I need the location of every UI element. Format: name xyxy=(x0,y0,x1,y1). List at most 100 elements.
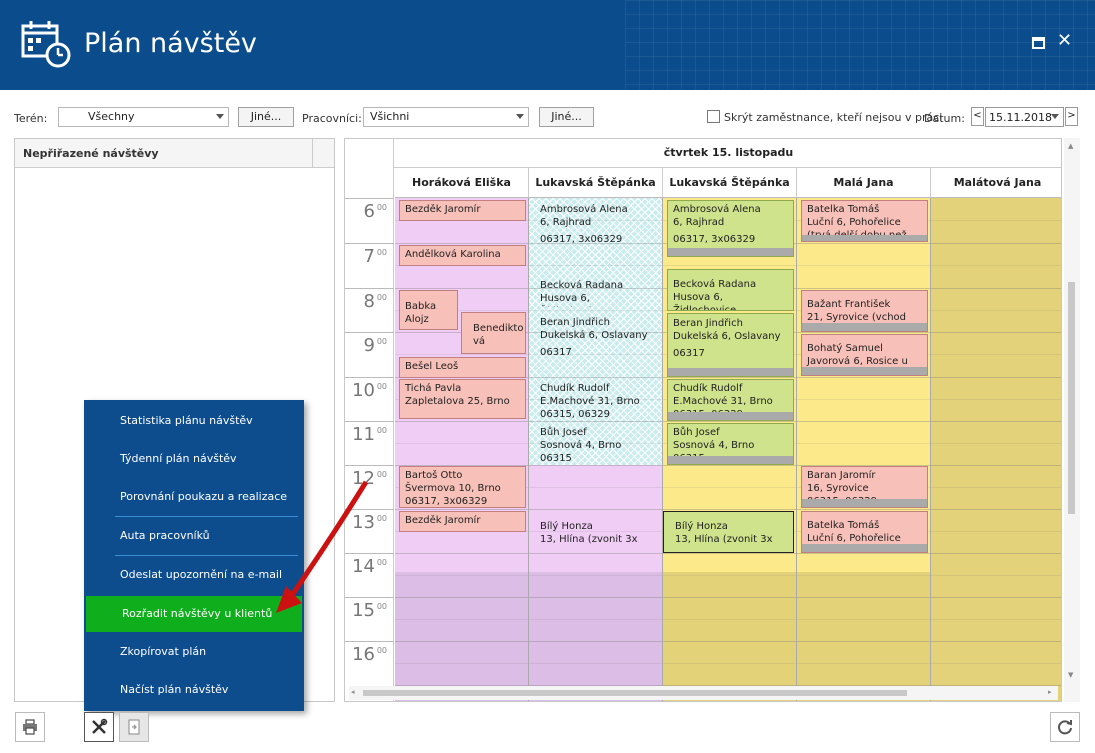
tools-menu: Statistika plánu návštěv Týdenní plán ná… xyxy=(84,400,304,711)
visit-client: Chudík Rudolf xyxy=(540,383,610,394)
visit-block[interactable]: Beran Jindřich Dukelská 6, Oslavany 06317 xyxy=(667,313,794,377)
visit-client: Bílý Honza xyxy=(540,521,593,532)
scroll-left-icon[interactable]: ◂ xyxy=(351,688,355,696)
visit-block[interactable]: Andělková Karolina xyxy=(399,245,526,266)
pracovnici-dropdown[interactable]: Všichni xyxy=(363,107,529,127)
visit-status-bar xyxy=(668,456,793,464)
visit-block[interactable]: Bůh JosefSosnová 4, Brno06315 xyxy=(667,423,794,465)
menu-item-odeslat-upozorneni[interactable]: Odeslat upozornění na e-mail xyxy=(84,557,304,593)
column-bg-horakova-evening xyxy=(395,572,528,701)
refresh-button[interactable] xyxy=(1050,712,1080,742)
scroll-down-icon[interactable]: ▼ xyxy=(1068,671,1073,679)
visit-block[interactable]: Bezděk Jaromír xyxy=(399,200,526,221)
visit-block[interactable]: Bažant František 21, Syrovice (vchod xyxy=(801,290,928,332)
visit-client: vá xyxy=(473,336,486,347)
visit-block[interactable]: Becková Radana Husova 6, Židlochovice xyxy=(667,269,794,311)
column-header[interactable]: Horáková Eliška xyxy=(395,168,529,198)
tools-button[interactable] xyxy=(84,712,114,742)
visit-client: Batelka Tomáš xyxy=(807,204,880,215)
schedule-grid[interactable]: 6 00 7 00 8 00 9 00 10 00 11 00 12 00 13 00 14 00… xyxy=(344,138,1062,702)
scroll-right-icon[interactable]: ▸ xyxy=(1048,688,1052,696)
visit-block[interactable]: Chudík RudolfE.Machové 31, Brno06315, 06… xyxy=(535,380,660,420)
menu-item-tydenni-plan[interactable]: Týdenní plán návštěv xyxy=(84,441,304,477)
menu-item-statistika[interactable]: Statistika plánu návštěv xyxy=(84,403,304,439)
menu-item-rozradit[interactable]: Rozřadit návštěvy u klientů xyxy=(86,596,302,632)
pracovnici-label: Pracovníci: xyxy=(302,112,362,125)
column-bg-malatova xyxy=(931,198,1061,701)
column-header[interactable]: Malátová Jana xyxy=(931,168,1061,198)
visit-address: 13, Hlína (zvonit 3x xyxy=(540,534,638,545)
menu-item-nacist[interactable]: Načíst plán návštěv xyxy=(84,672,304,708)
visit-block[interactable]: Babka Alojz xyxy=(399,290,458,330)
menu-item-zkopirovat[interactable]: Zkopírovat plán xyxy=(84,634,304,670)
visit-codes: 06315, 06329 xyxy=(540,409,610,420)
visit-block-selected[interactable]: Bílý Honza 13, Hlína (zvonit 3x xyxy=(663,511,794,553)
chevron-down-icon xyxy=(216,114,224,119)
refresh-icon xyxy=(1058,720,1072,735)
visit-block[interactable]: Benedikto vá xyxy=(461,312,526,354)
visit-client: Bažant František xyxy=(807,299,891,310)
visit-block[interactable]: Bešel Leoš xyxy=(399,357,526,378)
visit-block[interactable]: Batelka TomášLuční 6, Pohořelice(trvá de… xyxy=(801,200,928,242)
half-hour-line xyxy=(395,575,1061,576)
teren-other-button[interactable]: Jiné... xyxy=(238,107,294,127)
hour-label-row: 8 00 xyxy=(345,288,394,312)
visit-block[interactable]: Tichá Pavla Zapletalova 25, Brno xyxy=(399,379,526,419)
title-bar-pattern xyxy=(625,0,1095,90)
visit-block[interactable]: Bartoš Otto Švermova 10, Brno 06317, 3x063… xyxy=(399,466,526,508)
date-label: Datum: xyxy=(924,112,965,125)
chevron-down-icon xyxy=(1051,114,1059,119)
visit-status-bar xyxy=(802,499,927,507)
column-separator xyxy=(528,168,529,701)
visit-block[interactable]: Bílý Honza 13, Hlína (zvonit 3x xyxy=(535,518,660,548)
menu-item-auta[interactable]: Auta pracovníků xyxy=(84,518,304,554)
pracovnici-other-button[interactable]: Jiné... xyxy=(539,107,594,127)
next-date-button[interactable]: > xyxy=(1065,107,1078,126)
maximize-icon[interactable] xyxy=(1032,37,1045,49)
visit-block[interactable]: Ambrosová Alena 6, Rajhrad 06317, 3x06329 xyxy=(535,201,660,245)
scroll-thumb[interactable] xyxy=(363,690,907,696)
hour-label-row: 12 00 xyxy=(345,465,394,489)
visit-block[interactable]: Bůh JosefSosnová 4, Brno06315 xyxy=(535,424,660,464)
date-picker[interactable]: 15.11.2018 xyxy=(985,107,1064,127)
visit-block[interactable]: Bezděk Jaromír xyxy=(399,511,526,532)
minute-label: 00 xyxy=(376,470,387,479)
export-button[interactable] xyxy=(119,712,149,742)
visit-block[interactable]: Beran Jindřich Dukelská 6, Oslavany 06317 xyxy=(535,314,660,362)
hide-absent-checkbox[interactable] xyxy=(707,110,720,123)
column-separator xyxy=(662,168,663,701)
visit-client: Becková Radana xyxy=(540,280,624,291)
visit-client: Bešel Leoš xyxy=(405,361,459,372)
visit-address: Dukelská 6, Oslavany xyxy=(673,331,781,342)
time-column: 6 00 7 00 8 00 9 00 10 00 11 00 12 00 13 00 14 00… xyxy=(345,139,394,701)
close-icon[interactable]: ✕ xyxy=(1057,30,1072,51)
vertical-scrollbar[interactable]: ▲ ▼ xyxy=(1064,138,1080,702)
scroll-up-icon[interactable]: ▲ xyxy=(1068,142,1073,150)
column-header[interactable]: Lukavská Štěpánka xyxy=(529,168,663,198)
minute-label: 00 xyxy=(376,514,387,523)
column-header[interactable]: Lukavská Štěpánka xyxy=(663,168,797,198)
prev-date-button[interactable]: < xyxy=(971,107,984,126)
visit-address: 13, Hlína (zvonit 3x xyxy=(675,534,773,545)
visit-block[interactable]: Baran Jaromír16, Syrovice06315, 06329 xyxy=(801,466,928,508)
visit-status-bar xyxy=(668,248,793,256)
visit-block[interactable]: Batelka Tomáš Luční 6, Pohořelice xyxy=(801,511,928,553)
column-header[interactable]: Malá Jana xyxy=(797,168,931,198)
menu-item-porovnani[interactable]: Porovnání poukazu a realizace xyxy=(84,479,304,515)
visit-client: Benedikto xyxy=(473,323,524,334)
hour-label: 14 xyxy=(352,556,375,577)
unassigned-header: Nepřiřazené návštěvy xyxy=(15,139,334,168)
visit-block[interactable]: Becková Radana Husova 6, Židlochovice xyxy=(535,277,660,307)
teren-dropdown[interactable]: Všechny xyxy=(58,107,229,127)
print-button[interactable] xyxy=(15,712,45,742)
visit-block[interactable]: Ambrosová Alena 6, Rajhrad 06317, 3x06329 xyxy=(667,200,794,257)
horizontal-scrollbar[interactable]: ◂ ▸ xyxy=(349,686,1058,700)
scroll-thumb[interactable] xyxy=(1068,282,1075,514)
hour-label-row: 7 00 xyxy=(345,243,394,267)
visit-block[interactable]: Chudík RudolfE.Machové 31, Brno06315, 06… xyxy=(667,379,794,421)
hour-label-row: 13 00 xyxy=(345,509,394,533)
column-bg-mala-evening xyxy=(797,572,930,701)
hour-label: 11 xyxy=(352,424,375,445)
visit-block[interactable]: Bohatý Samuel Javorová 6, Rosice u xyxy=(801,334,928,376)
hour-line xyxy=(395,421,1061,422)
